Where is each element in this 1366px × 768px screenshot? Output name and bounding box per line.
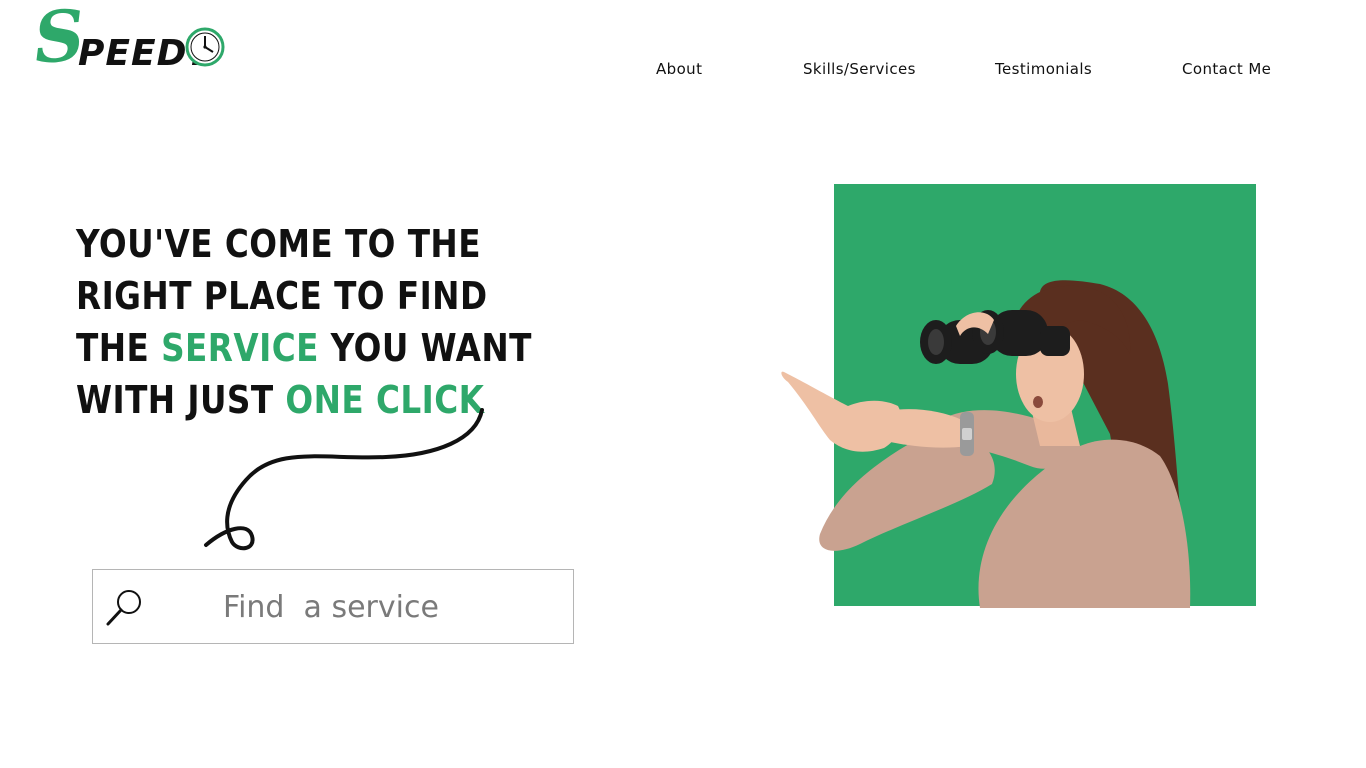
main-nav: About Skills/Services Testimonials Conta…: [0, 60, 1366, 82]
headline-accent-service: service: [161, 326, 319, 370]
hero-headline: You've come to the right place to find t…: [76, 218, 558, 426]
squiggle-arrow-icon: [204, 408, 484, 551]
nav-item-testimonials[interactable]: Testimonials: [995, 60, 1092, 78]
hero-image: [780, 184, 1260, 608]
nav-item-contact-me[interactable]: Contact Me: [1182, 60, 1271, 78]
woman-with-binoculars-image: [781, 280, 1191, 608]
nav-item-about[interactable]: About: [656, 60, 702, 78]
search-icon[interactable]: [105, 586, 145, 628]
search-input[interactable]: [223, 584, 553, 630]
nav-item-skills-services[interactable]: Skills/Services: [803, 60, 916, 78]
service-search-box[interactable]: [92, 569, 574, 644]
